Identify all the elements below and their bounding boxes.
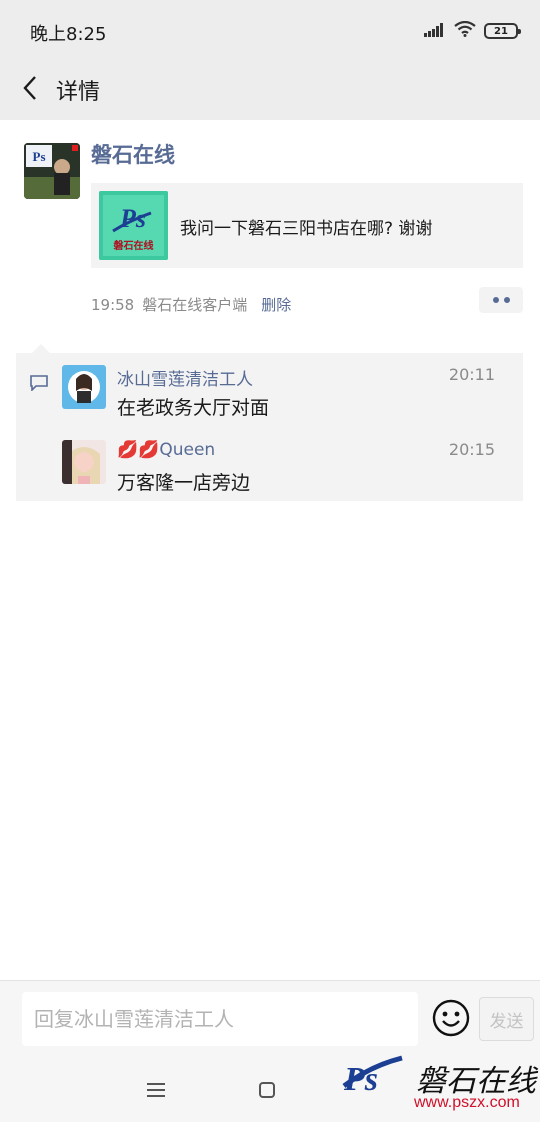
commenter-name[interactable]: 💋💋Queen	[117, 440, 215, 460]
link-title: 我问一下磐石三阳书店在哪? 谢谢	[180, 219, 433, 239]
status-bar: 晚上8:25 21	[0, 0, 540, 60]
comment-time: 20:11	[448, 365, 495, 384]
more-dot-icon	[492, 297, 499, 303]
link-thumbnail: Ps 磐石在线	[99, 191, 168, 260]
reply-input[interactable]	[22, 992, 418, 1046]
commenter-avatar[interactable]	[62, 440, 106, 484]
reply-bar: 发送	[0, 980, 540, 1056]
commenter-avatar[interactable]	[62, 365, 106, 409]
comments-arrow	[32, 344, 50, 353]
svg-text:Ps: Ps	[343, 1061, 378, 1096]
signal-icon	[424, 22, 446, 41]
link-thumb-logo-text: 磐石在线	[113, 241, 154, 252]
watermark-url: www.pszx.com	[414, 1094, 520, 1111]
comment-row[interactable]: 💋💋Queen 20:15 万客隆一店旁边	[16, 440, 523, 510]
post-source: 磐石在线客户端	[142, 296, 248, 314]
page-title: 详情	[56, 80, 101, 105]
wifi-icon	[454, 20, 476, 41]
more-dot-icon	[503, 297, 510, 303]
more-options-button[interactable]	[479, 287, 523, 313]
comment-text: 在老政务大厅对面	[117, 397, 270, 419]
back-chevron-icon	[22, 75, 38, 105]
battery-indicator: 21	[484, 23, 521, 39]
comment-time: 20:15	[448, 440, 495, 459]
comments-panel: 冰山雪莲清洁工人 20:11 在老政务大厅对面 💋💋Queen 20:15 万客…	[16, 353, 523, 501]
post-meta: 19:58 磐石在线客户端 删除	[91, 294, 291, 315]
commenter-name[interactable]: 冰山雪莲清洁工人	[117, 365, 253, 390]
home-icon[interactable]	[259, 1082, 275, 1098]
svg-text:Ps: Ps	[33, 149, 46, 164]
comment-text: 万客隆一店旁边	[117, 472, 251, 494]
menu-icon[interactable]	[147, 1082, 165, 1101]
back-button[interactable]	[14, 74, 46, 106]
post-time: 19:58	[91, 295, 135, 314]
author-avatar[interactable]: Ps	[24, 143, 80, 199]
watermark: Ps 磐石在线 www.pszx.com	[340, 1052, 540, 1118]
comment-row[interactable]: 冰山雪莲清洁工人 20:11 在老政务大厅对面	[16, 365, 523, 435]
link-card[interactable]: Ps 磐石在线 我问一下磐石三阳书店在哪? 谢谢	[91, 183, 523, 268]
status-time: 晚上8:25	[30, 24, 107, 45]
svg-text:Ps: Ps	[119, 204, 146, 233]
smiley-icon[interactable]	[432, 999, 470, 1037]
post-author[interactable]: 磐石在线	[91, 139, 175, 169]
status-icons: 21	[424, 20, 521, 42]
nav-bar: 详情	[0, 60, 540, 120]
send-button[interactable]: 发送	[479, 997, 534, 1041]
delete-button[interactable]: 删除	[261, 294, 291, 315]
